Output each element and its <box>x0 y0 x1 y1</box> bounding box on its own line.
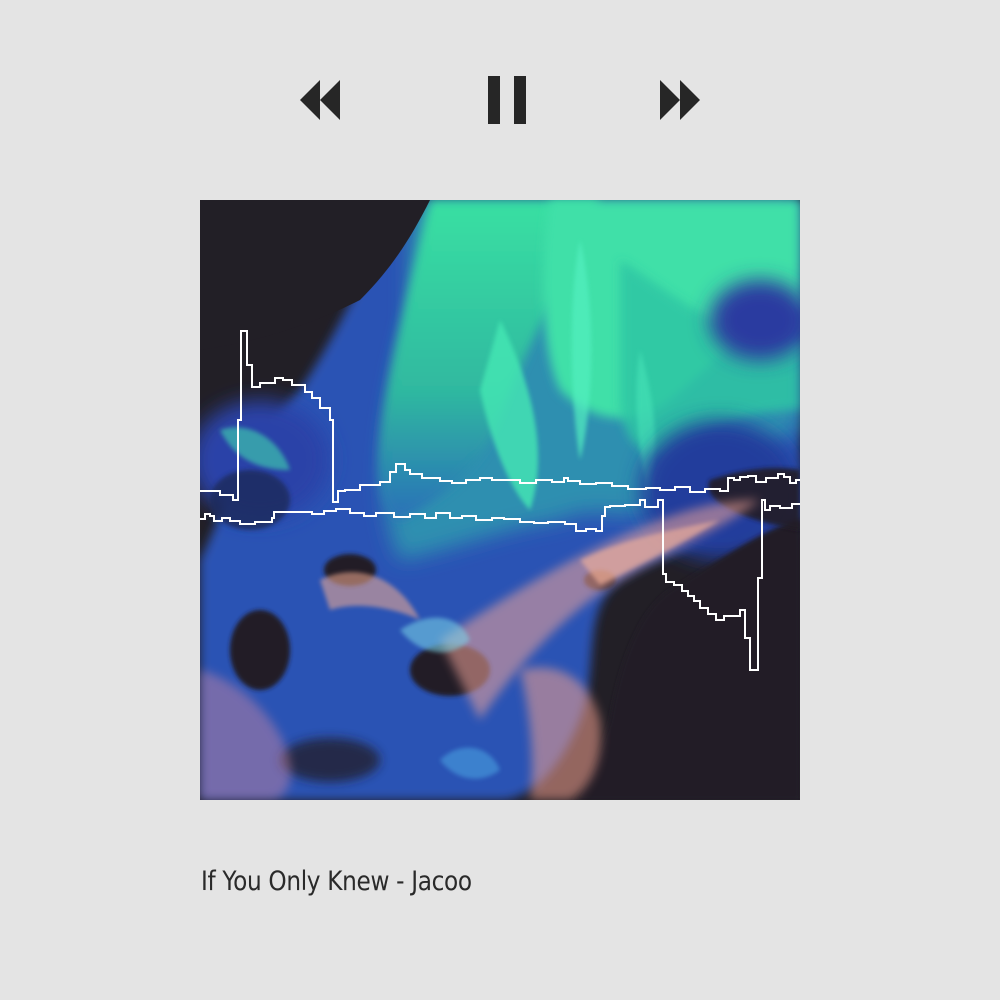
pause-icon <box>488 76 526 124</box>
music-player: If You Only Knew - Jacoo <box>0 0 1000 1000</box>
album-artwork <box>200 200 800 800</box>
previous-track-button[interactable] <box>290 70 350 130</box>
rewind-icon <box>300 80 340 120</box>
fast-forward-icon <box>660 80 700 120</box>
pause-button[interactable] <box>477 70 537 130</box>
playback-controls <box>0 70 1000 130</box>
album-art-image <box>200 200 800 800</box>
next-track-button[interactable] <box>650 70 710 130</box>
track-title: If You Only Knew - Jacoo <box>201 866 472 897</box>
